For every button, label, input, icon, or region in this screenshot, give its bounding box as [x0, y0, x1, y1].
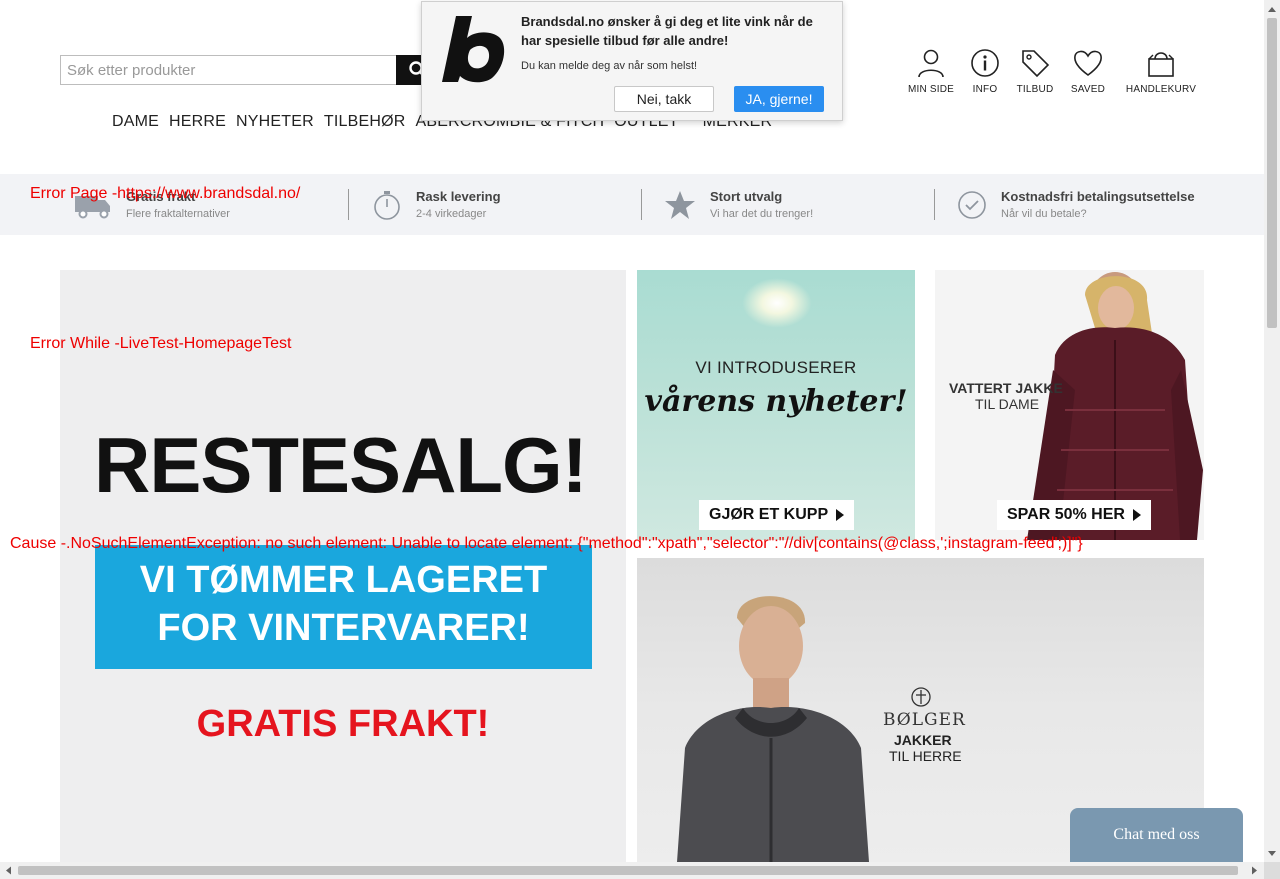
stopwatch-icon: [374, 190, 400, 220]
benefit-sub: Vi har det du trenger!: [710, 208, 814, 220]
promo-brand: BØLGER: [883, 710, 966, 730]
benefit-sub: Når vil du betale?: [1001, 208, 1087, 220]
promo-line2: TIL HERRE: [889, 748, 962, 764]
promo-intro: VI INTRODUSERER: [695, 358, 857, 377]
shopping-bag-icon: [1148, 52, 1174, 77]
tilbud-link[interactable]: TILBUD: [1013, 48, 1057, 95]
arrow-right-icon: [1132, 509, 1141, 521]
info-icon: [971, 49, 999, 77]
benefit-title: Kostnadsfri betalingsutsettelse: [1001, 189, 1195, 204]
star-icon: [665, 190, 695, 219]
scrollbar-corner: [1264, 862, 1280, 879]
brandsdal-logo-icon: [442, 16, 505, 83]
divider: [641, 189, 642, 220]
promo-script: vårens nyheter!: [644, 384, 908, 419]
search-input[interactable]: [60, 55, 396, 85]
accept-button[interactable]: JA, gjerne!: [734, 86, 824, 112]
benefit-sub: 2-4 virkedager: [416, 208, 487, 220]
scroll-down-arrow-icon: [1268, 851, 1276, 856]
cta-label: GJØR ET KUPP: [709, 506, 829, 523]
min-side-label: MIN SIDE: [907, 84, 955, 95]
check-circle-icon: [958, 190, 986, 219]
nav-item-tilbehor[interactable]: TILBEHØR: [324, 113, 406, 131]
handlekurv-link[interactable]: HANDLEKURV: [1119, 48, 1203, 95]
heart-icon: [1074, 50, 1102, 76]
benefit-gratis-frakt: Gratis frakt Flere fraktalternativer: [74, 174, 230, 235]
nav-item-nyheter[interactable]: NYHETER: [236, 113, 314, 131]
popup-title: Brandsdal.no ønsker å gi deg et lite vin…: [521, 14, 813, 48]
scroll-right-arrow-icon: [1252, 866, 1257, 875]
popup-subtitle: Du kan melde deg av når som helst!: [521, 60, 698, 72]
error-page-text: Error Page -https://www.brandsdal.no/: [30, 185, 301, 202]
user-icon: [918, 49, 944, 78]
benefits-bar: Gratis frakt Flere fraktalternativer Ras…: [0, 174, 1264, 235]
benefit-betalingsutsettelse: Kostnadsfri betalingsutsettelse Når vil …: [957, 174, 1195, 235]
divider: [934, 189, 935, 220]
anchor-icon: [911, 687, 931, 707]
chat-label: Chat med oss: [1113, 826, 1200, 843]
cta-label: SPAR 50% HER: [1007, 506, 1125, 523]
vertical-scrollbar[interactable]: [1264, 0, 1280, 862]
promo-blue-banner: VI TØMMER LAGERET FOR VINTERVARER!: [95, 545, 592, 669]
promo-vattert-jakke[interactable]: VATTERT JAKKE TIL DAME SPAR 50% HER: [935, 270, 1204, 540]
saved-label: SAVED: [1070, 84, 1106, 95]
benefit-sub: Flere fraktalternativer: [126, 208, 230, 220]
horizontal-scrollbar[interactable]: [0, 862, 1264, 879]
tilbud-label: TILBUD: [1016, 84, 1054, 95]
scroll-up-arrow-icon: [1268, 7, 1276, 12]
min-side-link[interactable]: MIN SIDE: [905, 48, 957, 95]
tag-icon: [1022, 50, 1050, 78]
nav-item-dame[interactable]: DAME: [112, 113, 159, 131]
info-link[interactable]: INFO: [957, 48, 1013, 95]
info-label: INFO: [972, 84, 998, 95]
sun-graphic: [742, 278, 812, 328]
saved-link[interactable]: SAVED: [1057, 48, 1119, 95]
vertical-scroll-thumb[interactable]: [1267, 18, 1277, 328]
promo-cta-spar-50[interactable]: SPAR 50% HER: [997, 500, 1151, 530]
benefit-stort-utvalg: Stort utvalg Vi har det du trenger!: [664, 174, 813, 235]
benefit-title: Stort utvalg: [710, 189, 783, 204]
benefit-title: Rask levering: [416, 189, 501, 204]
promo-headline: RESTESALG!: [94, 421, 588, 509]
arrow-right-icon: [836, 509, 845, 521]
nav-item-herre[interactable]: HERRE: [169, 113, 226, 131]
search-bar: [60, 55, 440, 85]
horizontal-scroll-thumb[interactable]: [18, 866, 1238, 875]
chat-button[interactable]: Chat med oss: [1070, 808, 1243, 862]
notification-popup: Brandsdal.no ønsker å gi deg et lite vin…: [421, 1, 843, 121]
promo-sub: TIL DAME: [975, 396, 1040, 412]
handlekurv-label: HANDLEKURV: [1125, 84, 1197, 95]
promo-cta-gjor-et-kupp[interactable]: GJØR ET KUPP: [699, 500, 855, 530]
promo-title: VATTERT JAKKE: [949, 380, 1063, 396]
error-while-text: Error While -LiveTest-HomepageTest: [30, 335, 292, 352]
error-cause-text: Cause -.NoSuchElementException: no such …: [10, 535, 1083, 552]
promo-line1: JAKKER: [894, 732, 952, 748]
scroll-left-arrow-icon: [6, 866, 11, 875]
promo-blue-line2: FOR VINTERVARER!: [157, 607, 530, 649]
promo-nyheter[interactable]: VI INTRODUSERER vårens nyheter! GJØR ET …: [637, 270, 915, 540]
decline-button[interactable]: Nei, takk: [614, 86, 714, 112]
promo-blue-line1: VI TØMMER LAGERET: [139, 559, 548, 601]
benefit-rask-levering: Rask levering 2-4 virkedager: [372, 174, 501, 235]
header-icons: MIN SIDE INFO TILBUD SAVED HANDLEKURV: [905, 48, 1203, 95]
promo-gratis-frakt: GRATIS FRAKT!: [196, 703, 490, 745]
divider: [348, 189, 349, 220]
promo-restesalg[interactable]: RESTESALG! VI TØMMER LAGERET FOR VINTERV…: [60, 270, 626, 862]
